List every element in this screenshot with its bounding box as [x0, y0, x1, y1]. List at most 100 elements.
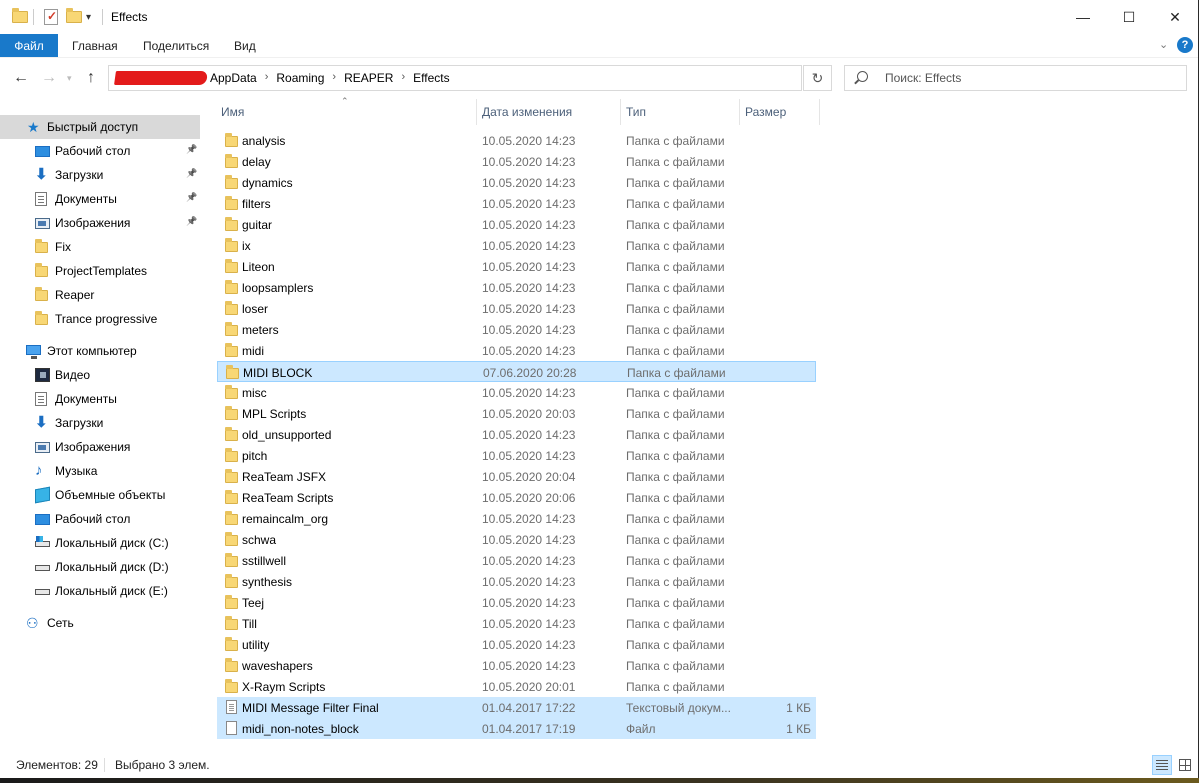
sidebar-item-музыка[interactable]: ♪ Музыка	[0, 459, 200, 483]
new-folder-icon[interactable]	[66, 8, 82, 26]
sidebar-item-локальный-диск-c[interactable]: Локальный диск (C:)	[0, 531, 200, 555]
pin-icon[interactable]: 📌	[186, 192, 197, 203]
file-row[interactable]: ReaTeam JSFX 10.05.2020 20:04 Папка с файл…	[217, 466, 816, 487]
chevron-right-icon[interactable]: ›	[261, 71, 273, 85]
tab-share[interactable]: Поделиться	[143, 34, 209, 57]
file-row[interactable]: ix 10.05.2020 14:23 Папка с файлами	[217, 235, 816, 256]
file-row[interactable]: waveshapers 10.05.2020 14:23 Папка с файла…	[217, 655, 816, 676]
file-row[interactable]: filters 10.05.2020 14:23 Папка с файлами	[217, 193, 816, 214]
file-row[interactable]: old_unsupported 10.05.2020 14:23 Папка с ф…	[217, 424, 816, 445]
sidebar-item-видео[interactable]: Видео	[0, 363, 200, 387]
file-row[interactable]: meters 10.05.2020 14:23 Папка с файлами	[217, 319, 816, 340]
search-box[interactable]: Поиск: Effects	[844, 65, 1187, 91]
chevron-right-icon[interactable]: ›	[328, 71, 340, 85]
sidebar-item-quick-access[interactable]: ★ Быстрый доступ	[0, 115, 200, 139]
sidebar-item-label: Локальный диск (E:)	[55, 584, 168, 598]
sidebar-item-изображения[interactable]: Изображения	[0, 435, 200, 459]
file-row[interactable]: dynamics 10.05.2020 14:23 Папка с файлами	[217, 172, 816, 193]
folder-icon	[225, 448, 238, 462]
desktop-icon	[35, 146, 50, 157]
file-row[interactable]: utility 10.05.2020 14:23 Папка с файлами	[217, 634, 816, 655]
file-row[interactable]: pitch 10.05.2020 14:23 Папка с файлами	[217, 445, 816, 466]
pin-icon[interactable]: 📌	[186, 144, 197, 155]
file-row[interactable]: remaincalm_org 10.05.2020 14:23 Папка с фа…	[217, 508, 816, 529]
details-view-button[interactable]	[1152, 755, 1172, 775]
sidebar-item-документы[interactable]: Документы	[0, 387, 200, 411]
file-row[interactable]: ReaTeam Scripts 10.05.2020 20:06 Папка с ф…	[217, 487, 816, 508]
sidebar-item-fix[interactable]: Fix	[0, 235, 200, 259]
sidebar-item-загрузки[interactable]: ⬇ Загрузки	[0, 411, 200, 435]
file-type: Папка с файлами	[626, 680, 725, 694]
file-row[interactable]: X-Raym Scripts 10.05.2020 20:01 Папка с фа…	[217, 676, 816, 697]
sidebar-item-локальный-диск-e[interactable]: Локальный диск (E:)	[0, 579, 200, 603]
file-row[interactable]: MIDI Message Filter Final 01.04.2017 17:2…	[217, 697, 816, 718]
navigation-pane: ★ Быстрый доступ Рабочий стол 📌 ⬇ Загрузки 📌…	[0, 99, 205, 749]
sidebar-item-рабочий-стол[interactable]: Рабочий стол	[0, 507, 200, 531]
maximize-button[interactable]: ☐	[1106, 0, 1152, 34]
sidebar-item-документы[interactable]: Документы 📌	[0, 187, 200, 211]
refresh-icon[interactable]: ↻	[803, 65, 832, 91]
file-row[interactable]: Till 10.05.2020 14:23 Папка с файлами	[217, 613, 816, 634]
column-size[interactable]: Размер	[739, 99, 820, 125]
pin-icon[interactable]: 📌	[186, 168, 197, 179]
file-row[interactable]: guitar 10.05.2020 14:23 Папка с файлами	[217, 214, 816, 235]
title-bar: ▾ Effects — ☐ ✕	[0, 0, 1198, 34]
file-row[interactable]: Liteon 10.05.2020 14:23 Папка с файлами	[217, 256, 816, 277]
file-row[interactable]: MPL Scripts 10.05.2020 20:03 Папка с файла…	[217, 403, 816, 424]
up-arrow-icon[interactable]: ↑	[87, 69, 95, 87]
column-type[interactable]: Тип	[620, 99, 740, 125]
sidebar-item-рабочий-стол[interactable]: Рабочий стол 📌	[0, 139, 200, 163]
pin-icon[interactable]: 📌	[186, 216, 197, 227]
file-row[interactable]: loser 10.05.2020 14:23 Папка с файлами	[217, 298, 816, 319]
sidebar-item-изображения[interactable]: Изображения 📌	[0, 211, 200, 235]
expand-ribbon-icon[interactable]: ⌄	[1159, 38, 1168, 51]
file-date-modified: 10.05.2020 14:23	[482, 323, 576, 337]
sidebar-item-projecttemplates[interactable]: ProjectTemplates	[0, 259, 200, 283]
column-name[interactable]: Имя	[215, 99, 477, 125]
breadcrumb-appdata[interactable]: AppData	[206, 71, 261, 85]
tab-home[interactable]: Главная	[72, 34, 118, 57]
column-date-modified[interactable]: Дата изменения	[476, 99, 621, 125]
file-name: old_unsupported	[242, 428, 332, 442]
customize-quick-access-icon[interactable]: ▾	[86, 8, 91, 26]
file-row[interactable]: misc 10.05.2020 14:23 Папка с файлами	[217, 382, 816, 403]
sidebar-item-загрузки[interactable]: ⬇ Загрузки 📌	[0, 163, 200, 187]
close-button[interactable]: ✕	[1152, 0, 1198, 34]
help-icon[interactable]: ?	[1177, 37, 1193, 53]
file-type: Папка с файлами	[626, 554, 725, 568]
properties-icon[interactable]	[44, 8, 58, 26]
sidebar-item-trance-progressive[interactable]: Trance progressive	[0, 307, 200, 331]
file-row[interactable]: delay 10.05.2020 14:23 Папка с файлами	[217, 151, 816, 172]
breadcrumb-roaming[interactable]: Roaming	[272, 71, 328, 85]
sidebar-item-this-pc[interactable]: Этот компьютер	[0, 339, 200, 363]
breadcrumb: AppData › Roaming › REAPER › Effects	[206, 71, 454, 85]
file-row[interactable]: synthesis 10.05.2020 14:23 Папка с файлами	[217, 571, 816, 592]
breadcrumb-effects[interactable]: Effects	[409, 71, 453, 85]
forward-arrow-icon[interactable]: →	[41, 69, 57, 87]
folder-icon	[225, 532, 238, 546]
sidebar-item-локальный-диск-d[interactable]: Локальный диск (D:)	[0, 555, 200, 579]
back-arrow-icon[interactable]: ←	[13, 69, 29, 87]
chevron-right-icon[interactable]: ›	[397, 71, 409, 85]
file-row[interactable]: MIDI BLOCK 07.06.2020 20:28 Папка с файлам…	[217, 361, 816, 382]
file-row[interactable]: Teej 10.05.2020 14:23 Папка с файлами	[217, 592, 816, 613]
sidebar-item-network[interactable]: ⚇ Сеть	[0, 611, 200, 635]
folder-icon	[225, 553, 238, 567]
file-row[interactable]: midi_non-notes_block 01.04.2017 17:19 Файл…	[217, 718, 816, 739]
sidebar-item-объемные-объекты[interactable]: Объемные объекты	[0, 483, 200, 507]
file-row[interactable]: schwa 10.05.2020 14:23 Папка с файлами	[217, 529, 816, 550]
breadcrumb-reaper[interactable]: REAPER	[340, 71, 397, 85]
large-icons-view-button[interactable]	[1175, 755, 1195, 775]
file-row[interactable]: analysis 10.05.2020 14:23 Папка с файлами	[217, 130, 816, 151]
tab-file[interactable]: Файл	[0, 34, 58, 57]
recent-locations-chevron-icon[interactable]: ▾	[67, 73, 72, 84]
sidebar-item-reaper[interactable]: Reaper	[0, 283, 200, 307]
column-header: ⌃ Имя Дата изменения Тип Размер	[205, 96, 1198, 125]
search-placeholder: Поиск: Effects	[885, 71, 962, 85]
file-row[interactable]: sstillwell 10.05.2020 14:23 Папка с файлам…	[217, 550, 816, 571]
minimize-button[interactable]: —	[1060, 0, 1106, 34]
address-bar[interactable]: AppData › Roaming › REAPER › Effects ⌄	[108, 65, 897, 91]
tab-view[interactable]: Вид	[234, 34, 256, 57]
file-row[interactable]: midi 10.05.2020 14:23 Папка с файлами	[217, 340, 816, 361]
file-row[interactable]: loopsamplers 10.05.2020 14:23 Папка с файл…	[217, 277, 816, 298]
